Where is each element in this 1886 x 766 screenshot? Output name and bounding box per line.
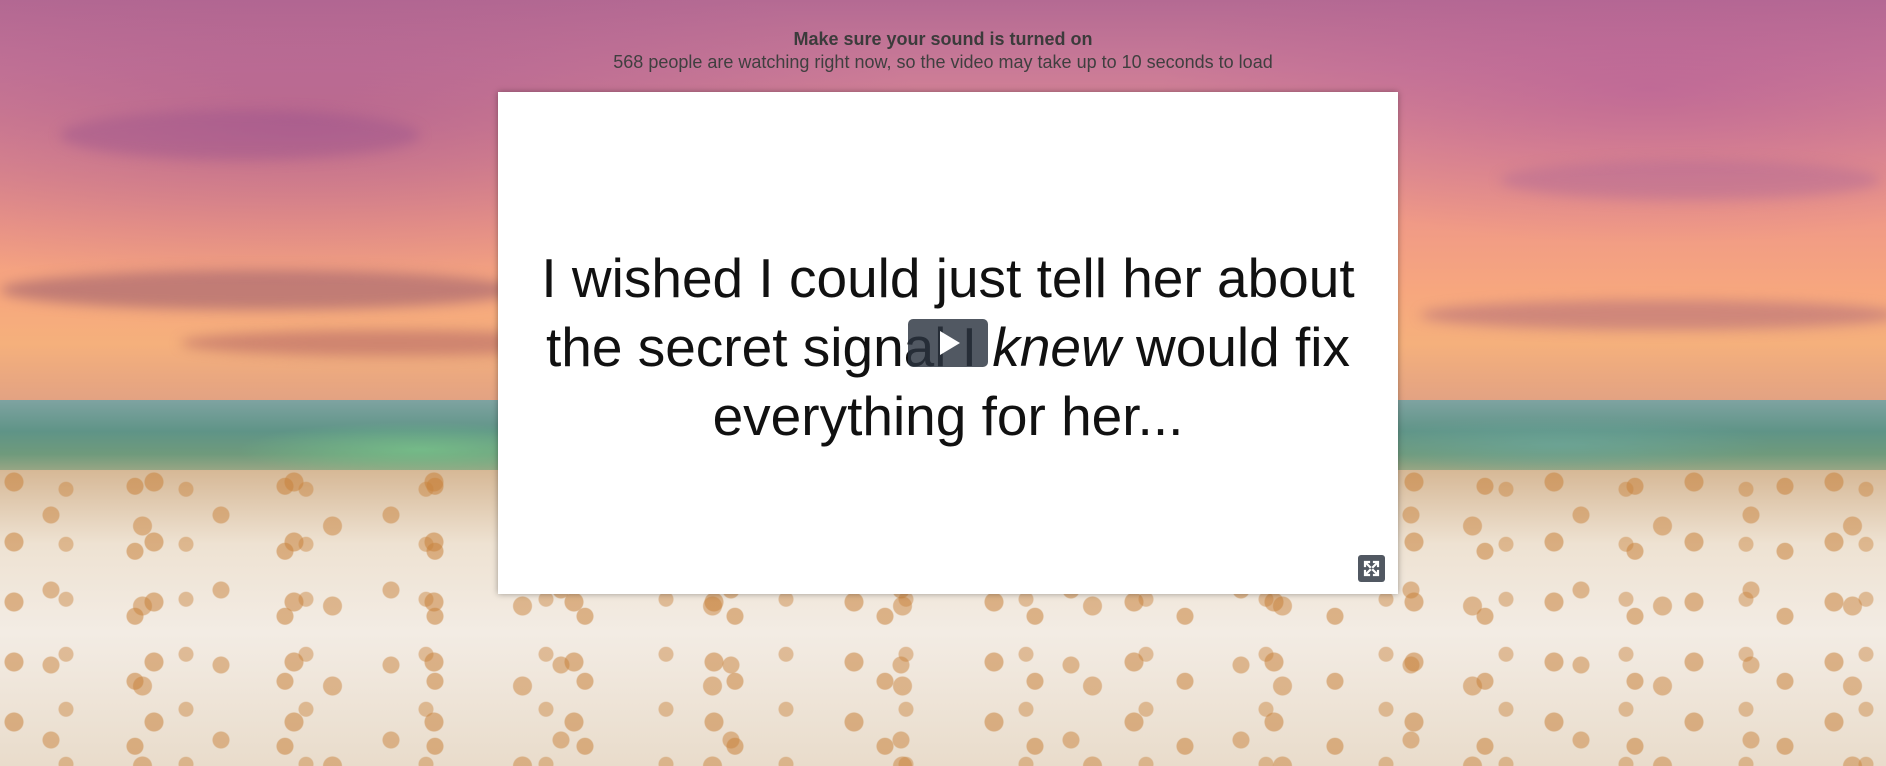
cloud: [0, 270, 520, 310]
fullscreen-button[interactable]: [1358, 555, 1385, 582]
viewer-count-notice: 568 people are watching right now, so th…: [613, 52, 1273, 72]
caption-emphasis: knew: [992, 316, 1121, 378]
play-button[interactable]: [908, 319, 988, 367]
sound-notice: Make sure your sound is turned on 568 pe…: [0, 28, 1886, 74]
sound-notice-title: Make sure your sound is turned on: [793, 29, 1093, 49]
cloud: [1420, 300, 1886, 330]
play-icon: [940, 331, 960, 355]
fullscreen-icon: [1363, 560, 1380, 577]
cloud: [1500, 160, 1880, 200]
video-player[interactable]: I wished I could just tell her about the…: [498, 92, 1398, 594]
cloud: [60, 110, 420, 160]
